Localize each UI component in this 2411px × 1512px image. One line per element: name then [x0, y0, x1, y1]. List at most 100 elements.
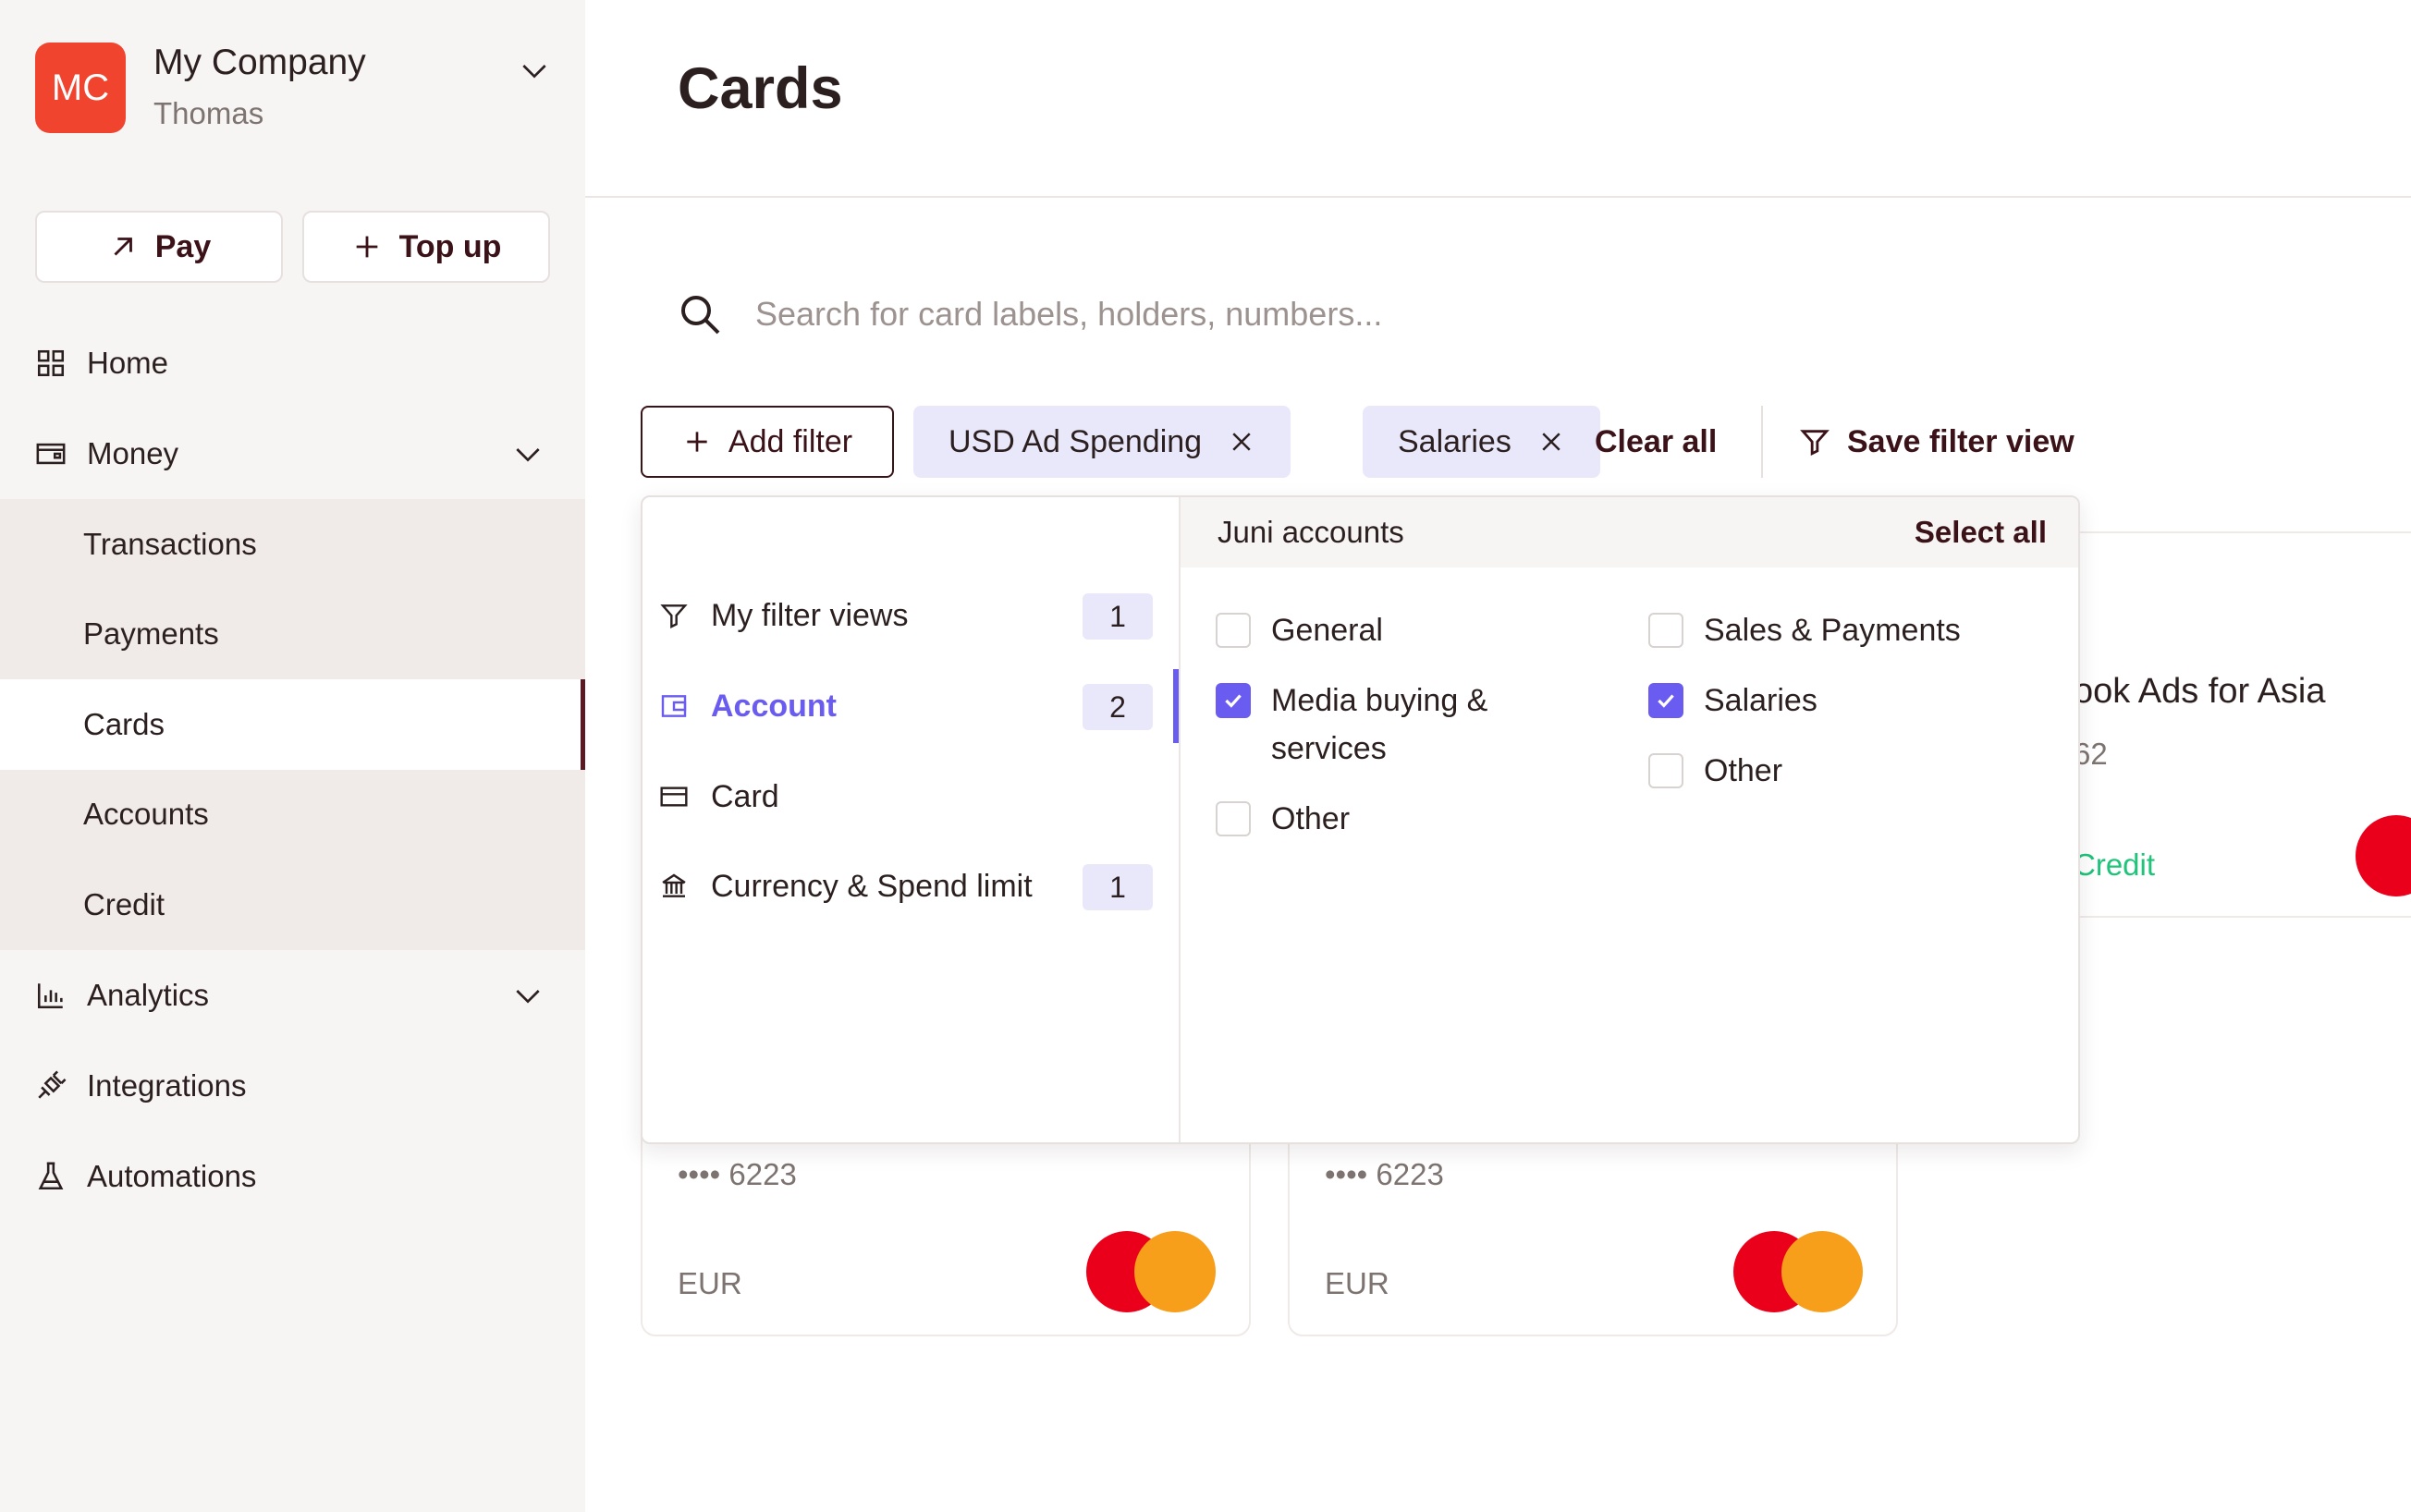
grid-icon	[35, 347, 68, 380]
nav-item-automations[interactable]: Automations	[0, 1131, 585, 1222]
select-all-button[interactable]: Select all	[1915, 515, 2047, 550]
category-label: My filter views	[711, 597, 909, 633]
option-label: Salaries	[1704, 683, 1817, 718]
chevron-down-icon[interactable]	[516, 52, 553, 89]
nav-label-home: Home	[87, 346, 169, 380]
flask-icon	[35, 1160, 68, 1193]
card-type: Credit	[2074, 847, 2156, 882]
nav-label-integrations: Integrations	[87, 1067, 247, 1103]
sidebar: MC My Company Thomas Pay Top up Home Mon…	[0, 0, 585, 1512]
page-title: Cards	[678, 56, 843, 121]
option-label: Other	[1271, 801, 1351, 836]
pay-button[interactable]: Pay	[35, 211, 283, 283]
top-up-button[interactable]: Top up	[302, 211, 550, 283]
nav-item-integrations[interactable]: Integrations	[0, 1041, 585, 1131]
main-nav: Home Money Transactions Payments Cards A…	[0, 318, 585, 1222]
card-tile[interactable]: ook Ads for Asia 62 Credit	[2074, 531, 2411, 918]
card-currency: EUR	[1325, 1266, 1389, 1300]
nav-label-automations: Automations	[87, 1158, 257, 1193]
category-my-filter-views[interactable]: My filter views 1	[643, 579, 1179, 652]
nav-item-analytics[interactable]: Analytics	[0, 950, 585, 1041]
plus-icon	[356, 236, 377, 258]
option-label: General	[1271, 613, 1383, 648]
add-filter-label: Add filter	[728, 423, 853, 459]
nav-item-home[interactable]: Home	[0, 318, 585, 408]
bar-chart-icon	[35, 979, 68, 1012]
option-salaries[interactable]: Salaries	[1648, 677, 1817, 725]
category-label: Card	[711, 778, 779, 814]
mastercard-icon	[1733, 1231, 1863, 1312]
subnav-item-accounts[interactable]: Accounts	[0, 770, 585, 860]
company-switcher[interactable]: MC My Company Thomas	[35, 43, 553, 133]
search-input[interactable]	[755, 287, 1587, 342]
card-icon	[659, 780, 692, 813]
filter-categories: My filter views 1 Account 2 Card Currenc…	[643, 497, 1181, 1142]
add-filter-button[interactable]: Add filter	[641, 406, 894, 478]
save-filter-view-label: Save filter view	[1847, 423, 2074, 459]
category-count-badge: 1	[1083, 864, 1153, 910]
category-label: Account	[711, 688, 837, 724]
filter-chip-usd-ad-spending[interactable]: USD Ad Spending	[913, 406, 1291, 478]
nav-item-money[interactable]: Money	[0, 408, 585, 499]
chevron-down-icon[interactable]	[509, 435, 546, 472]
wallet-icon	[35, 437, 68, 470]
filter-options: Juni accounts Select all General Media b…	[1181, 497, 2078, 1142]
subnav-item-transactions[interactable]: Transactions	[0, 499, 585, 590]
options-header: Juni accounts Select all	[1181, 497, 2078, 567]
card-number: •••• 6223	[1325, 1157, 1444, 1191]
option-other[interactable]: Other	[1648, 747, 1782, 795]
bank-icon	[659, 870, 692, 903]
mastercard-icon	[1086, 1231, 1216, 1312]
section-title: Juni accounts	[1218, 515, 1404, 549]
option-label: Media buying & services	[1271, 683, 1488, 766]
category-currency-spend-limit[interactable]: Currency & Spend limit 1	[643, 849, 1179, 923]
nav-label-analytics: Analytics	[87, 977, 210, 1012]
category-count-badge: 2	[1083, 684, 1153, 730]
card-number: •••• 6223	[678, 1157, 797, 1191]
wallet-icon	[659, 689, 692, 723]
save-filter-view-button[interactable]: Save filter view	[1799, 406, 2074, 478]
checkbox[interactable]	[1216, 683, 1251, 718]
option-general[interactable]: General	[1216, 606, 1383, 654]
filter-icon	[1800, 430, 1830, 457]
category-account[interactable]: Account 2	[643, 669, 1179, 743]
category-card[interactable]: Card	[643, 760, 1179, 834]
checkbox[interactable]	[1216, 613, 1251, 648]
arrow-up-right-icon	[114, 238, 132, 256]
subnav-item-cards[interactable]: Cards	[0, 679, 585, 770]
search-icon	[681, 296, 720, 335]
divider	[585, 196, 2411, 198]
filter-chip-salaries[interactable]: Salaries	[1363, 406, 1600, 478]
category-label: Currency & Spend limit	[711, 868, 1033, 904]
checkbox[interactable]	[1648, 753, 1683, 788]
category-count-badge: 1	[1083, 593, 1153, 640]
checkbox[interactable]	[1648, 683, 1683, 718]
nav-label-money: Money	[87, 436, 179, 470]
chevron-down-icon[interactable]	[509, 977, 546, 1014]
mastercard-icon	[2356, 815, 2411, 896]
subnav-item-payments[interactable]: Payments	[0, 590, 585, 680]
option-media-buying[interactable]: Media buying & services	[1216, 677, 1567, 773]
top-up-label: Top up	[398, 228, 502, 264]
close-icon[interactable]	[1537, 428, 1565, 456]
plus-icon	[687, 432, 707, 452]
clear-all-button[interactable]: Clear all	[1595, 406, 1717, 478]
filter-chip-label: Salaries	[1398, 423, 1511, 459]
pay-label: Pay	[154, 228, 212, 264]
option-label: Other	[1704, 753, 1783, 788]
filter-chip-label: USD Ad Spending	[948, 423, 1203, 459]
money-subnav: Transactions Payments Cards Accounts Cre…	[0, 499, 585, 950]
divider	[1761, 406, 1763, 478]
option-other[interactable]: Other	[1216, 795, 1350, 843]
close-icon[interactable]	[1228, 428, 1255, 456]
card-currency: EUR	[678, 1266, 742, 1300]
filter-icon	[659, 599, 692, 632]
subnav-item-credit[interactable]: Credit	[0, 860, 585, 950]
card-label: ook Ads for Asia	[2074, 672, 2326, 711]
checkbox[interactable]	[1648, 613, 1683, 648]
option-sales-payments[interactable]: Sales & Payments	[1648, 606, 1961, 654]
filter-dropdown: My filter views 1 Account 2 Card Currenc…	[641, 495, 2080, 1144]
filter-bar: Add filter USD Ad Spending Salaries Clea…	[641, 406, 2120, 478]
option-label: Sales & Payments	[1704, 613, 1961, 648]
checkbox[interactable]	[1216, 801, 1251, 836]
